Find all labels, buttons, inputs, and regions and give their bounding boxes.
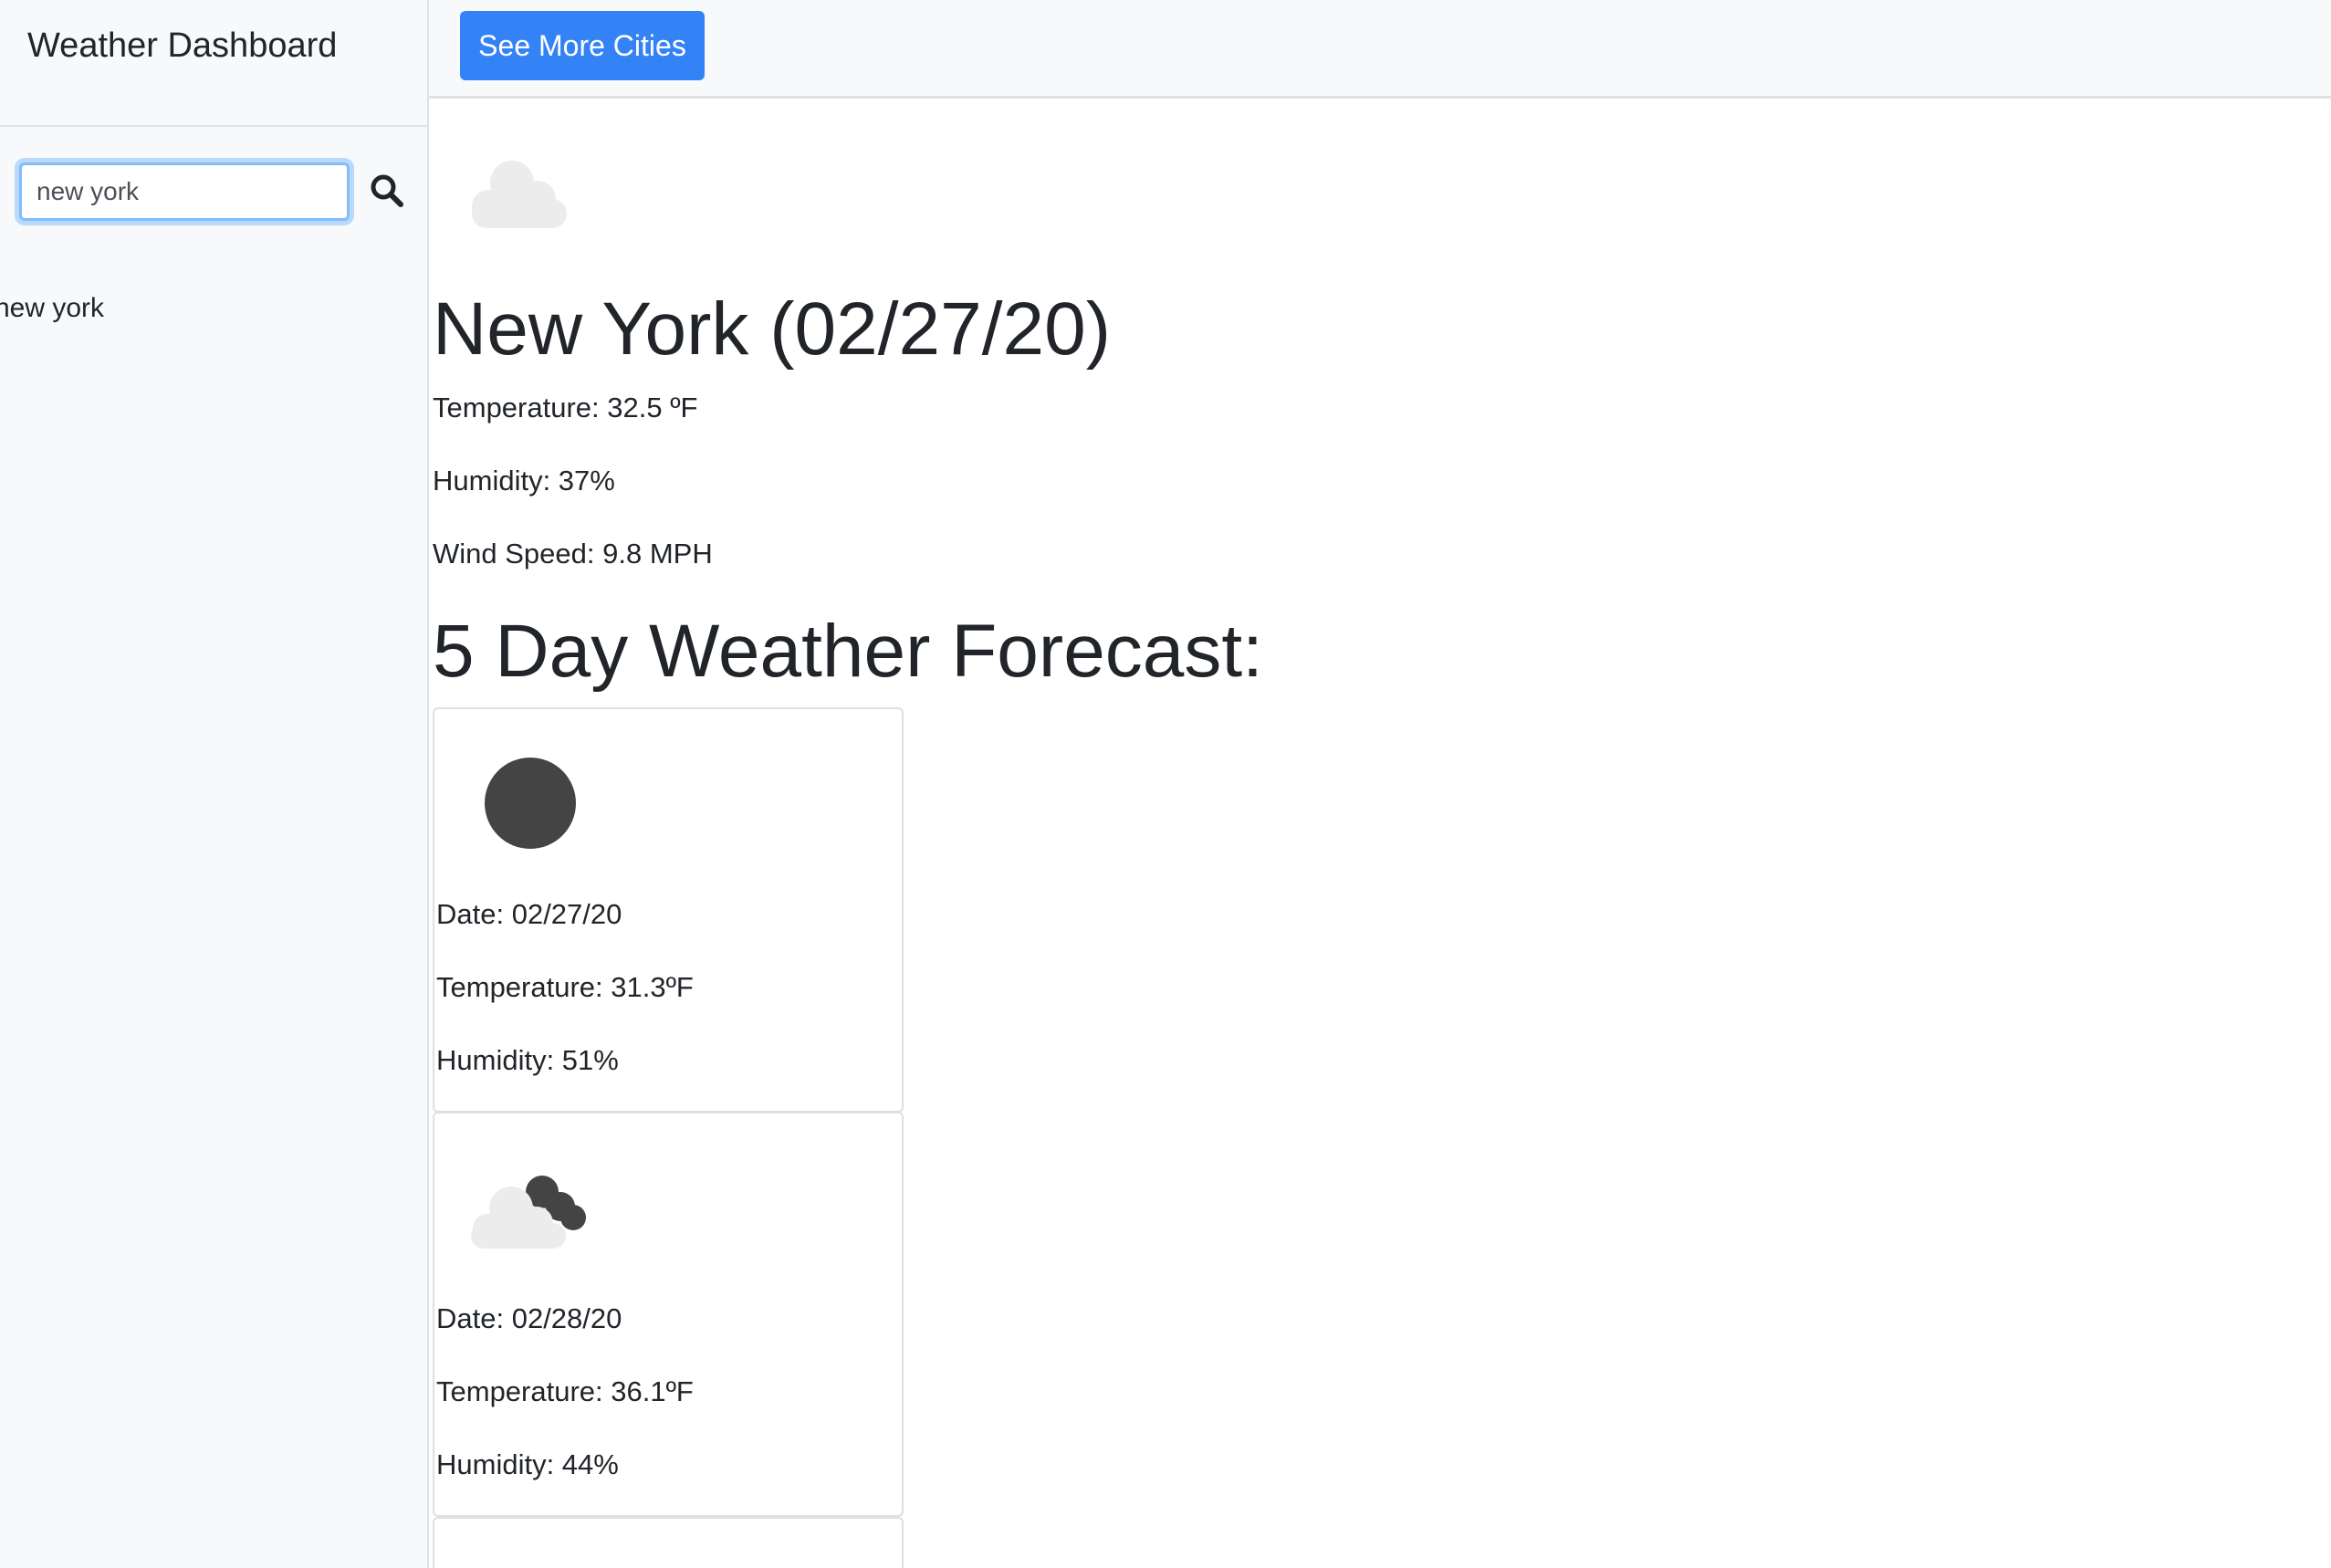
forecast-humidity: Humidity: 51% bbox=[436, 1044, 619, 1076]
forecast-temperature: Temperature: 31.3ºF bbox=[436, 971, 694, 1003]
forecast-date: Date: 02/27/20 bbox=[436, 898, 622, 930]
city-search-input[interactable] bbox=[19, 162, 350, 221]
moon-icon bbox=[485, 758, 576, 849]
cloudy-night-icon bbox=[471, 1176, 586, 1249]
forecast-date: Date: 02/28/20 bbox=[436, 1302, 622, 1334]
current-city-title: New York (02/27/20) bbox=[433, 287, 1112, 371]
forecast-temperature: Temperature: 36.1ºF bbox=[436, 1375, 694, 1407]
forecast-card: Date: 02/28/20 Temperature: 36.1ºF Humid… bbox=[433, 1112, 904, 1517]
sidebar-divider bbox=[0, 125, 427, 127]
history-item-new-york[interactable]: new york bbox=[0, 290, 104, 327]
cloud-icon bbox=[472, 161, 567, 228]
app-title: Weather Dashboard bbox=[27, 26, 338, 65]
sidebar: Weather Dashboard new york bbox=[0, 0, 429, 1568]
search-icon bbox=[371, 174, 403, 207]
current-humidity: Humidity: 37% bbox=[433, 465, 615, 497]
current-wind-speed: Wind Speed: 9.8 MPH bbox=[433, 538, 713, 570]
current-temperature: Temperature: 32.5 ºF bbox=[433, 392, 698, 423]
forecast-heading: 5 Day Weather Forecast: bbox=[433, 610, 1263, 693]
forecast-card: Date: 02/27/20 Temperature: 31.3ºF Humid… bbox=[433, 707, 904, 1113]
forecast-card bbox=[433, 1517, 904, 1568]
search-button[interactable] bbox=[365, 172, 409, 212]
forecast-humidity: Humidity: 44% bbox=[436, 1448, 619, 1480]
see-more-cities-button[interactable]: See More Cities bbox=[460, 11, 705, 80]
top-navbar bbox=[429, 0, 2331, 99]
